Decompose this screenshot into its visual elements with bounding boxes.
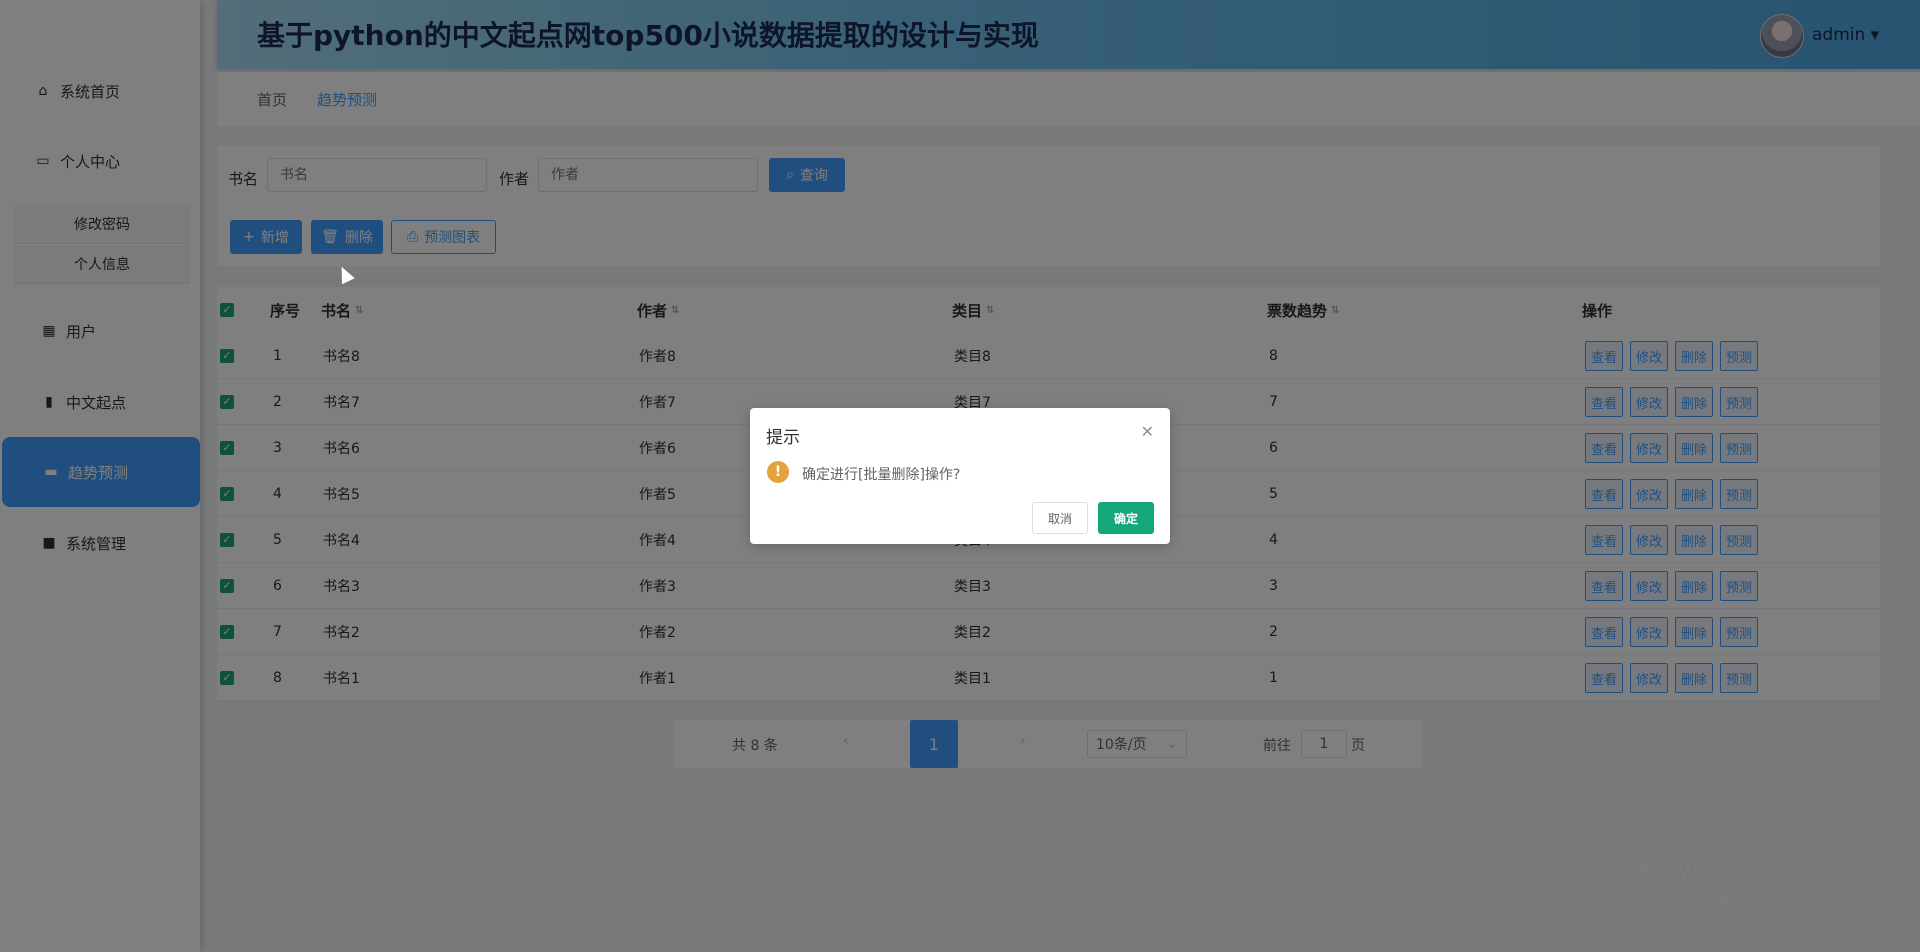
warning-icon: ! (767, 461, 789, 483)
dialog-title: 提示 (766, 428, 800, 448)
dialog-message: 确定进行[批量删除]操作? (802, 467, 961, 483)
cancel-button[interactable]: 取消 (1032, 502, 1088, 534)
confirm-dialog: 提示 ✕ ! 确定进行[批量删除]操作? 取消 确定 (750, 408, 1170, 544)
close-icon[interactable]: ✕ (1141, 422, 1154, 441)
confirm-button[interactable]: 确定 (1098, 502, 1154, 534)
